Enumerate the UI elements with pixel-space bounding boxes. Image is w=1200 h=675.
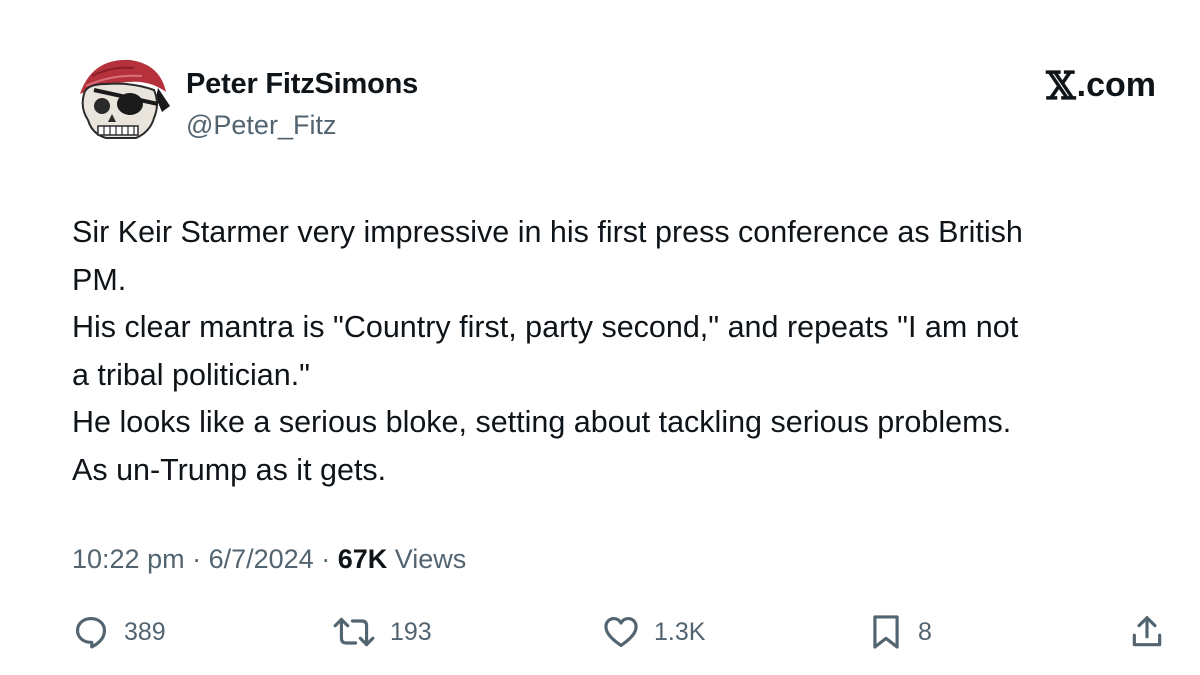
meta-separator: · <box>313 544 338 574</box>
brand-suffix: .com <box>1076 66 1156 104</box>
tweet-line: Sir Keir Starmer very impressive in his … <box>72 215 1023 249</box>
like-button[interactable]: 1.3K <box>602 610 705 654</box>
avatar[interactable] <box>72 54 172 154</box>
meta-separator: · <box>184 544 209 574</box>
repost-button[interactable]: 193 <box>332 610 432 654</box>
heart-icon <box>604 616 638 648</box>
tweet-text: Sir Keir Starmer very impressive in his … <box>72 209 1172 494</box>
pirate-skull-bandana-icon <box>72 54 172 154</box>
reply-icon <box>75 616 107 649</box>
tweet-line: PM. <box>72 262 127 297</box>
bookmark-icon <box>873 615 899 649</box>
like-count: 1.3K <box>654 617 706 646</box>
repost-icon <box>333 617 375 647</box>
author-display-name[interactable]: Peter FitzSimons <box>186 68 418 101</box>
share-button[interactable] <box>1128 610 1166 654</box>
tweet-line: a tribal politician." <box>72 357 310 392</box>
action-bar: 389 193 1.3K 8 <box>0 610 1200 654</box>
x-logo-icon: 𝕏 <box>1046 62 1076 108</box>
tweet-line: His clear mantra is "Country first, part… <box>72 310 1019 344</box>
share-icon <box>1132 616 1162 647</box>
tweet-date[interactable]: 6/7/2024 <box>209 544 314 574</box>
reply-count: 389 <box>124 617 166 646</box>
tweet-line: He looks like a serious bloke, setting a… <box>72 405 1012 439</box>
bookmark-button[interactable]: 8 <box>868 610 932 654</box>
x-logo: 𝕏 .com <box>1046 66 1156 105</box>
tweet-meta: 10:22 pm · 6/7/2024 · 67K Views <box>72 544 466 575</box>
views-count: 67K <box>337 544 388 574</box>
reply-button[interactable]: 389 <box>72 610 166 654</box>
tweet-line: As un-Trump as it gets. <box>72 452 387 487</box>
bookmark-count: 8 <box>918 617 932 646</box>
tweet-time[interactable]: 10:22 pm <box>72 544 185 574</box>
author-handle[interactable]: @Peter_Fitz <box>186 110 336 141</box>
views-label: Views <box>387 544 467 574</box>
repost-count: 193 <box>390 617 432 646</box>
